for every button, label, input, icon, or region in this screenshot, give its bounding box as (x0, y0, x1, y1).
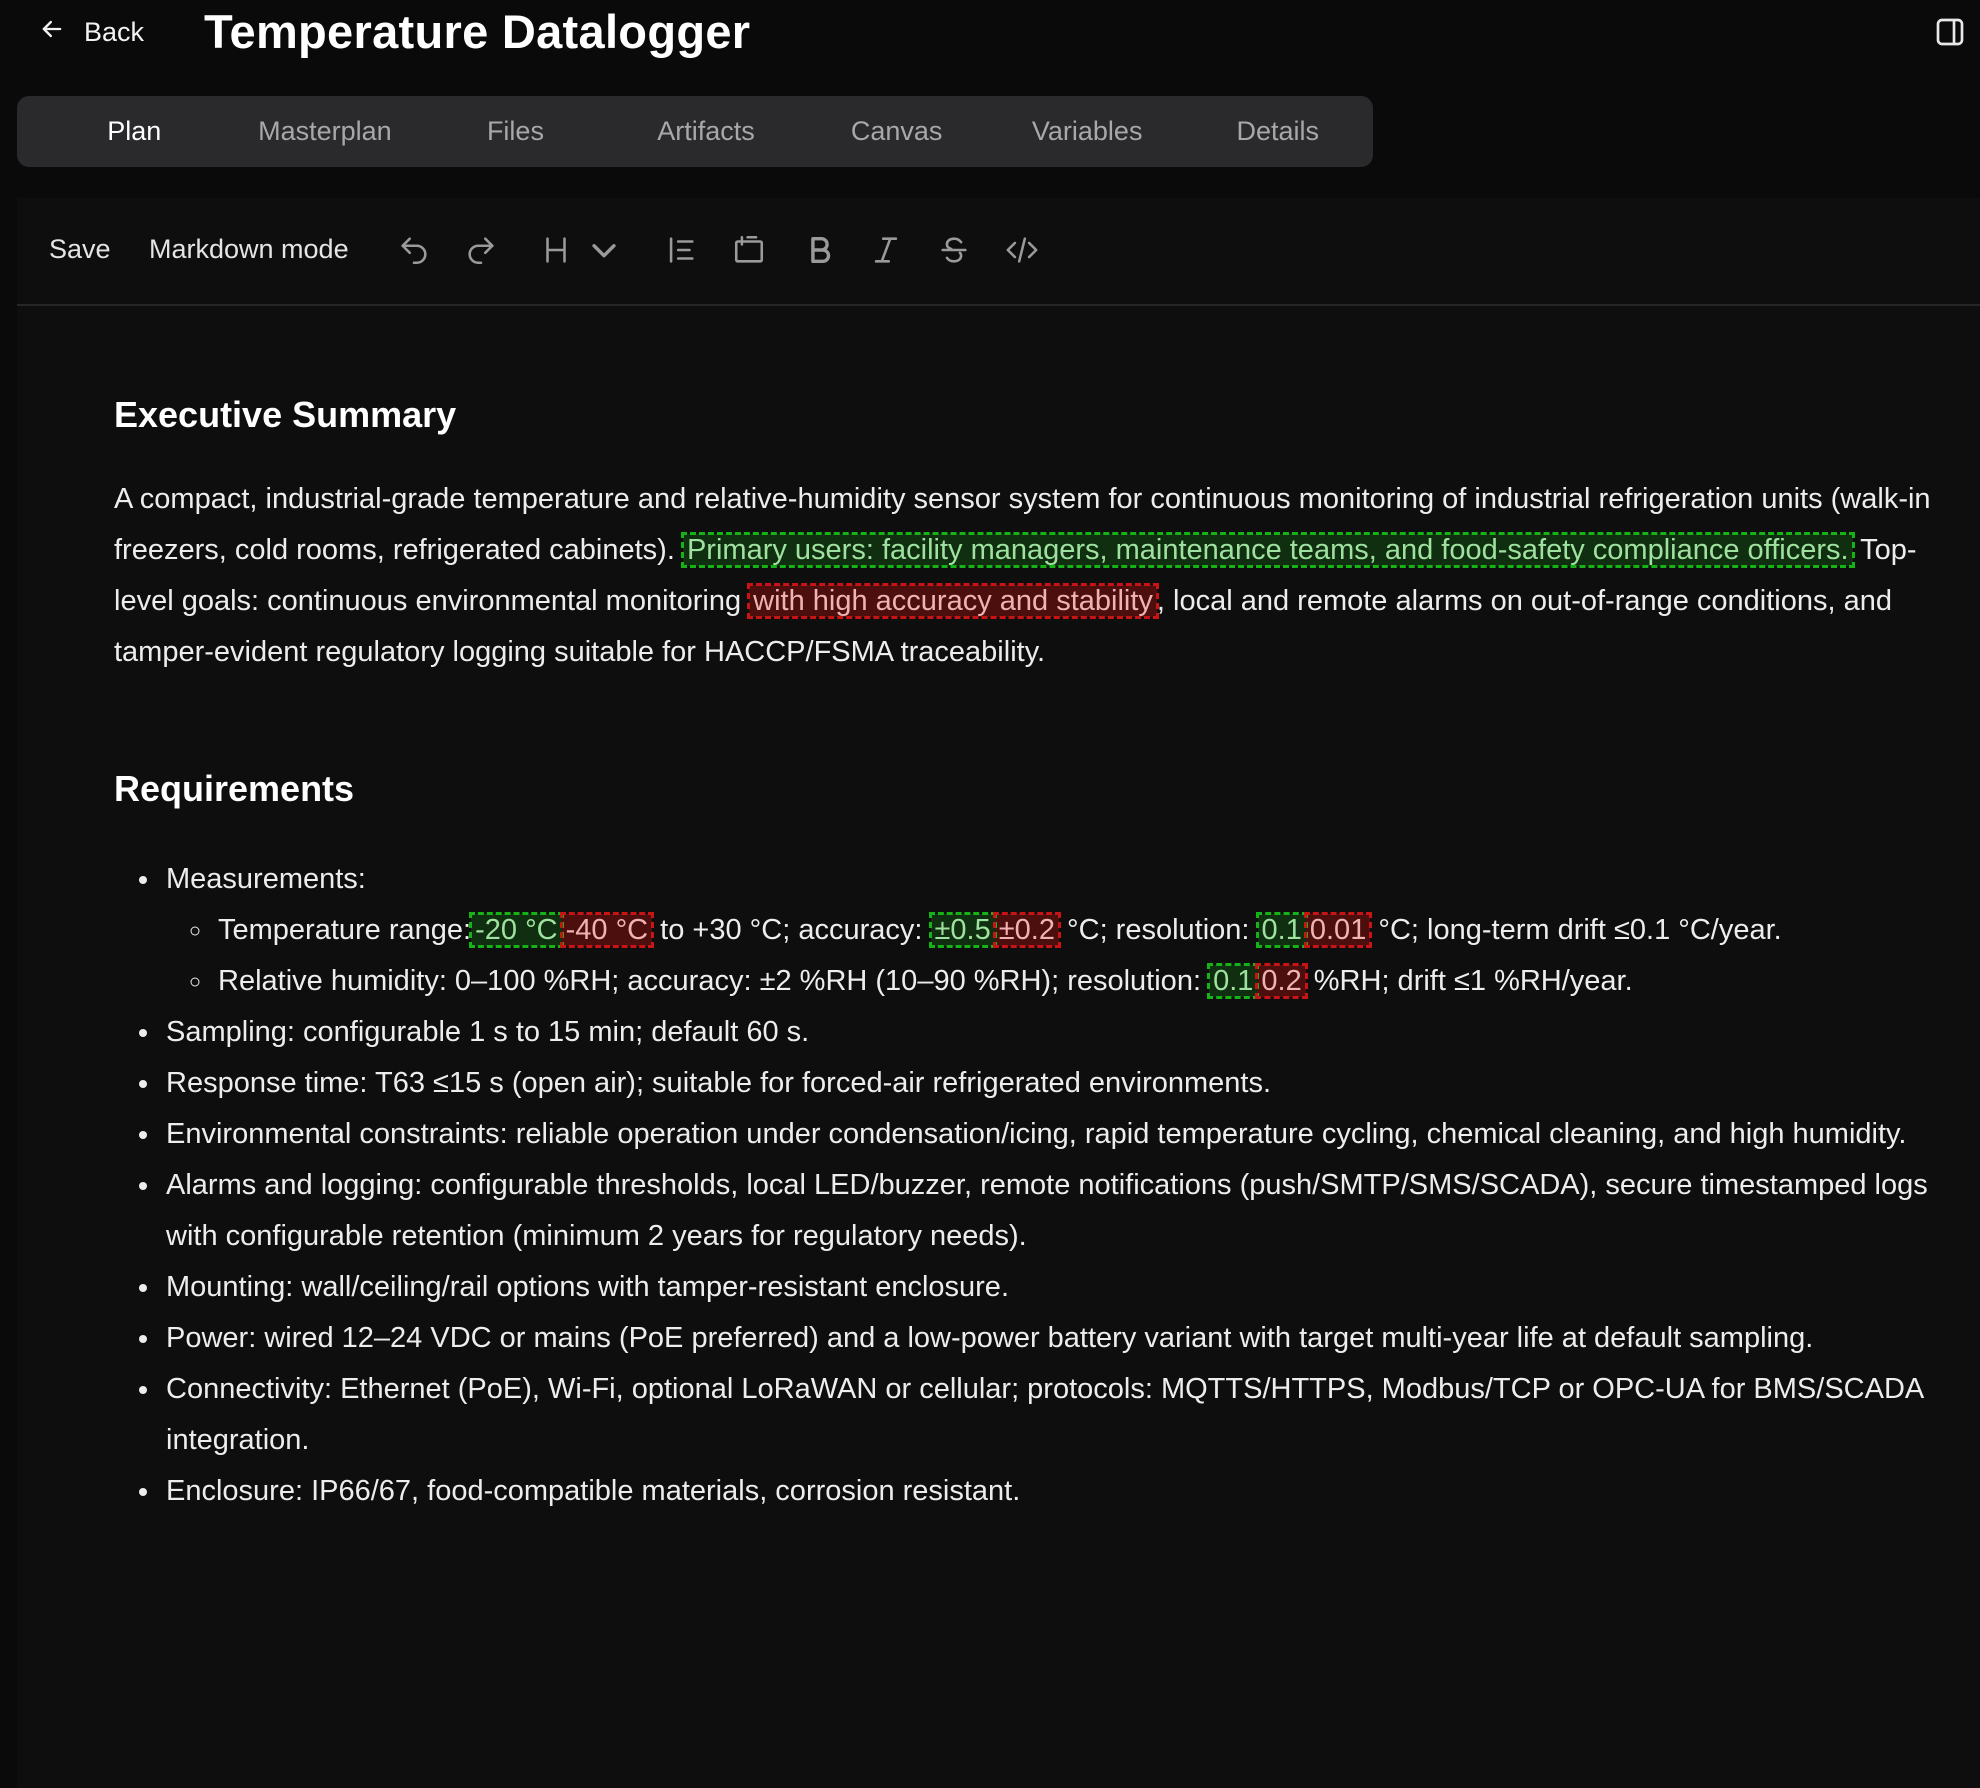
list-item: Measurements: Temperature range:-20 °C-4… (162, 854, 1934, 1007)
heading-executive-summary: Executive Summary (114, 394, 457, 435)
tab-canvas[interactable]: Canvas (801, 96, 992, 167)
page-title: Temperature Datalogger (204, 5, 751, 58)
text-run: Temperature range: (218, 914, 472, 946)
list-item: Environmental constraints: reliable oper… (162, 1109, 1934, 1160)
list-item: Response time: T63 ≤15 s (open air); sui… (162, 1058, 1934, 1109)
text-run: %RH; drift ≤1 %RH/year. (1305, 965, 1633, 997)
measurements-sublist: Temperature range:-20 °C-40 °C to +30 °C… (166, 905, 1934, 1007)
deleted-text[interactable]: -40 °C (559, 912, 655, 948)
tab-masterplan[interactable]: Masterplan (230, 96, 421, 167)
heading-icon[interactable] (539, 233, 573, 267)
deleted-text[interactable]: ±0.2 (992, 912, 1061, 948)
back-label: Back (84, 16, 145, 47)
text-run: to +30 °C; accuracy: (652, 914, 931, 946)
list-icon[interactable] (664, 233, 698, 267)
measurements-label: Measurements: (166, 863, 366, 895)
document-content[interactable]: Executive Summary A compact, industrial-… (114, 394, 1934, 1517)
chevron-down-icon[interactable] (587, 233, 621, 267)
sidebar-toggle-icon[interactable] (1934, 16, 1966, 48)
redo-icon[interactable] (464, 233, 498, 267)
inserted-text[interactable]: 0.1 (1255, 912, 1308, 948)
inserted-text[interactable]: -20 °C (469, 912, 564, 948)
code-block-icon[interactable] (732, 233, 766, 267)
editor-panel: Save Markdown mode Executive Summary A c… (17, 198, 1980, 1788)
code-icon[interactable] (1005, 233, 1039, 267)
list-item: Mounting: wall/ceiling/rail options with… (162, 1262, 1934, 1313)
tab-variables[interactable]: Variables (992, 96, 1183, 167)
back-button[interactable]: Back (38, 12, 144, 52)
strikethrough-icon[interactable] (937, 233, 971, 267)
tab-plan[interactable]: Plan (39, 96, 230, 167)
list-item: Power: wired 12–24 VDC or mains (PoE pre… (162, 1313, 1934, 1364)
italic-icon[interactable] (869, 233, 903, 267)
requirements-list: Measurements: Temperature range:-20 °C-4… (114, 854, 1934, 1517)
list-item: Connectivity: Ethernet (PoE), Wi-Fi, opt… (162, 1364, 1934, 1466)
tab-bar: Plan Masterplan Files Artifacts Canvas V… (17, 96, 1373, 167)
bold-icon[interactable] (803, 233, 837, 267)
text-run: °C; long-term drift ≤0.1 °C/year. (1370, 914, 1782, 946)
save-button[interactable]: Save (49, 234, 111, 265)
deleted-text[interactable]: 0.2 (1255, 963, 1308, 999)
list-item-humidity: Relative humidity: 0–100 %RH; accuracy: … (214, 956, 1934, 1007)
arrow-left-icon (38, 15, 66, 50)
undo-icon[interactable] (397, 233, 431, 267)
markdown-mode-button[interactable]: Markdown mode (149, 234, 349, 265)
text-run: Relative humidity: 0–100 %RH; accuracy: … (218, 965, 1210, 997)
list-item: Sampling: configurable 1 s to 15 min; de… (162, 1007, 1934, 1058)
tab-artifacts[interactable]: Artifacts (611, 96, 802, 167)
tab-details[interactable]: Details (1182, 96, 1373, 167)
heading-requirements: Requirements (114, 768, 355, 809)
editor-toolbar: Save Markdown mode (17, 198, 1980, 306)
deleted-text[interactable]: with high accuracy and stability (747, 583, 1159, 619)
tab-files[interactable]: Files (420, 96, 611, 167)
inserted-text[interactable]: Primary users: facility managers, mainte… (680, 532, 1855, 568)
text-run: °C; resolution: (1058, 914, 1258, 946)
inserted-text[interactable]: 0.1 (1207, 963, 1260, 999)
top-bar: Back Temperature Datalogger (0, 0, 1980, 70)
list-item: Alarms and logging: configurable thresho… (162, 1160, 1934, 1262)
executive-summary-paragraph: A compact, industrial-grade temperature … (114, 474, 1934, 678)
inserted-text[interactable]: ±0.5 (928, 912, 997, 948)
list-item: Enclosure: IP66/67, food-compatible mate… (162, 1466, 1934, 1517)
list-item-temperature: Temperature range:-20 °C-40 °C to +30 °C… (214, 905, 1934, 956)
deleted-text[interactable]: 0.01 (1303, 912, 1373, 948)
